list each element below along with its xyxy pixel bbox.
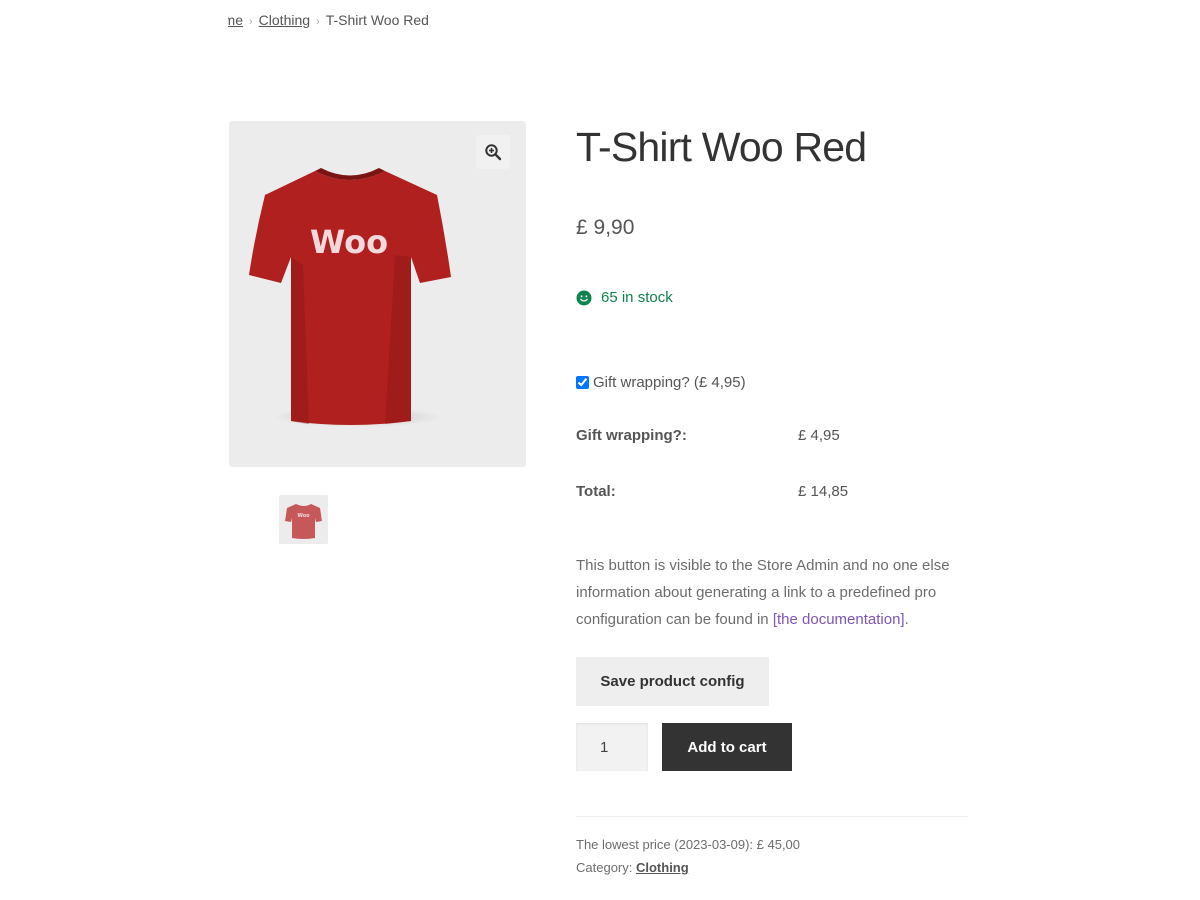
thumb-print-text: Woo (297, 513, 310, 519)
category-label: Category: (576, 860, 636, 875)
breadcrumb-home-link[interactable]: Home (228, 12, 243, 28)
gift-wrapping-option[interactable]: Gift wrapping? (£ 4,95) (576, 374, 746, 391)
shirt-print-text: Woo (310, 223, 388, 261)
product-thumbnail[interactable]: Woo (279, 495, 328, 544)
chevron-right-icon: › (316, 16, 320, 28)
chevron-right-icon: › (249, 16, 253, 28)
breadcrumb-category-link[interactable]: Clothing (259, 12, 310, 28)
gift-wrapping-label: Gift wrapping? (£ 4,95) (593, 374, 746, 391)
tshirt-image: Woo (245, 165, 455, 427)
product-main-image[interactable]: Woo (229, 121, 526, 467)
admin-note-line-3-text: configuration can be found in (576, 611, 773, 628)
divider (576, 816, 968, 817)
grand-total-label: Total: (576, 483, 616, 500)
quantity-input[interactable] (576, 723, 648, 771)
save-product-config-button[interactable]: Save product config (576, 657, 769, 706)
product-price: £ 9,90 (576, 216, 635, 239)
gift-wrapping-total-label: Gift wrapping?: (576, 427, 687, 444)
admin-note-line-1: This button is visible to the Store Admi… (576, 557, 950, 574)
product-page: Home › Clothing › T-Shirt Woo Red (0, 0, 1200, 900)
stock-status: 65 in stock (576, 289, 673, 306)
admin-note-line-2: information about generating a link to a… (576, 584, 937, 601)
smiley-icon (576, 290, 592, 305)
admin-note-line-3-end: . (904, 611, 909, 628)
stock-text: 65 in stock (601, 289, 673, 306)
gift-wrapping-checkbox[interactable] (576, 376, 589, 389)
admin-note-line-3: configuration can be found in [the docum… (576, 606, 968, 633)
lowest-price-text: The lowest price (2023-03-09): £ 45,00 (576, 837, 801, 852)
zoom-button[interactable] (476, 135, 510, 169)
product-summary: T-Shirt Woo Red £ 9,90 65 in stock Gift … (576, 0, 968, 900)
admin-note: This button is visible to the Store Admi… (576, 552, 968, 633)
category-meta: Category: Clothing (576, 860, 689, 875)
add-to-cart-button[interactable]: Add to cart (662, 723, 792, 771)
breadcrumb: Home › Clothing › T-Shirt Woo Red (228, 12, 528, 32)
grand-total-value: £ 14,85 (798, 483, 849, 500)
category-link[interactable]: Clothing (636, 860, 689, 875)
gift-wrapping-total-value: £ 4,95 (798, 427, 840, 444)
breadcrumb-current: T-Shirt Woo Red (325, 12, 429, 28)
product-title: T-Shirt Woo Red (576, 124, 867, 170)
magnifier-plus-icon (485, 144, 502, 161)
documentation-link[interactable]: the documentation (777, 611, 900, 628)
